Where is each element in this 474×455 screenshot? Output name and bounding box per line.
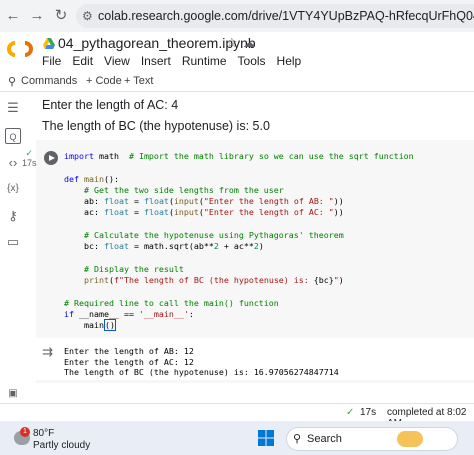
drive-icon[interactable] [43,38,55,49]
code-snippets-icon[interactable]: ‹› [5,155,21,171]
menu-view[interactable]: View [104,54,130,68]
address-bar[interactable]: ⚙ colab.research.google.com/drive/1VTY4Y… [76,4,474,28]
terminal-icon[interactable]: ▣ [5,386,21,402]
output-line: Enter the length of AC: 12 [64,356,194,367]
colab-logo-icon [7,41,33,57]
execution-time: 17s [22,158,37,168]
forward-arrow-icon[interactable]: → [28,7,46,25]
files-folder-icon[interactable]: ▭ [5,234,21,250]
colab-header: 04_pythagorean_theorem.ipynb ☆ ☁ File Ed… [0,32,474,72]
commands-button[interactable]: Commands [21,75,77,87]
code-editor[interactable]: import math # Import the math library so… [64,151,414,332]
search-highlight-icon [397,431,423,447]
output-menu-icon[interactable]: ⇉ [42,344,53,360]
status-check-icon: ✓ [346,407,355,418]
variables-icon[interactable]: {x} [5,181,21,197]
back-arrow-icon[interactable]: ← [4,7,22,25]
search-icon: ⚲ [293,433,302,445]
notebook-toolbar: ⚲ Commands + Code + Text [0,72,474,92]
add-code-button[interactable]: + Code [86,75,122,87]
cloud-saved-icon[interactable]: ☁ [243,36,255,50]
previous-output-line: Enter the length of AC: 4 [42,98,179,112]
windows-start-icon[interactable] [258,430,274,446]
weather-temperature[interactable]: 80°F [33,428,54,439]
success-check-icon: ✓ [25,148,34,158]
add-text-button[interactable]: + Text [124,75,153,87]
execution-count: ✓ 17s [22,148,37,168]
status-bar: ✓ 17s completed at 8:02 AM [0,403,474,429]
notification-badge: 1 [20,427,30,437]
output-line: The length of BC (the hypotenuse) is: 16… [64,367,339,377]
browser-toolbar: ← → ↻ ⚙ colab.research.google.com/drive/… [0,0,474,32]
secrets-key-icon[interactable]: ⚷ [5,208,21,224]
windows-taskbar: 1 80°F Partly cloudy ⚲ Search [0,421,474,455]
site-info-icon[interactable]: ⚙ [82,4,93,28]
output-line: Enter the length of AB: 12 [64,346,194,356]
taskbar-search[interactable]: ⚲ Search [286,427,458,451]
menu-help[interactable]: Help [277,54,302,68]
status-time: 17s [360,407,377,418]
search-icon[interactable]: ⚲ [8,75,16,88]
weather-condition[interactable]: Partly cloudy [33,440,90,451]
cell-output: Enter the length of AB: 12 Enter the leng… [64,346,339,378]
menu-file[interactable]: File [42,54,61,68]
menu-insert[interactable]: Insert [141,54,171,68]
star-icon[interactable]: ☆ [226,35,238,51]
search-label: Search [307,433,342,445]
find-icon[interactable]: Q [5,128,21,144]
url-text: colab.research.google.com/drive/1VTY4YUp… [98,9,474,23]
menu-edit[interactable]: Edit [72,54,93,68]
run-cell-button[interactable] [44,151,58,165]
previous-output-line: The length of BC (the hypotenuse) is: 5.… [42,119,270,133]
menu-bar: File Edit View Insert Runtime Tools Help [42,54,312,68]
reload-icon[interactable]: ↻ [52,7,70,25]
menu-runtime[interactable]: Runtime [182,54,227,68]
menu-tools[interactable]: Tools [238,54,266,68]
table-of-contents-icon[interactable]: ☰ [5,100,21,116]
